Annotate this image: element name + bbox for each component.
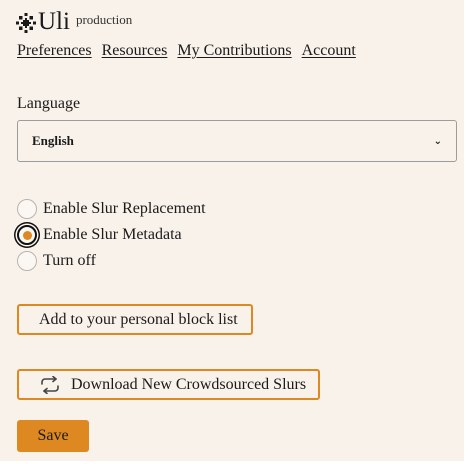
nav-link-account[interactable]: Account bbox=[302, 42, 356, 60]
main-nav: Preferences Resources My Contributions A… bbox=[17, 42, 356, 60]
radio-label: Turn off bbox=[43, 252, 96, 269]
refresh-icon bbox=[39, 375, 61, 394]
language-select-value: English bbox=[32, 133, 74, 148]
logo-text: Uli bbox=[38, 8, 70, 35]
settings-panel: Uli production Preferences Resources My … bbox=[0, 0, 464, 461]
radio-enable-slur-metadata[interactable]: Enable Slur Metadata bbox=[17, 222, 206, 248]
nav-link-resources[interactable]: Resources bbox=[102, 42, 168, 60]
download-slurs-button[interactable]: Download New Crowdsourced Slurs bbox=[17, 369, 320, 400]
radio-turn-off[interactable]: Turn off bbox=[17, 248, 206, 274]
mode-radio-group: Enable Slur Replacement Enable Slur Meta… bbox=[17, 196, 206, 274]
chevron-down-icon: ⌄ bbox=[433, 135, 442, 147]
nav-link-preferences[interactable]: Preferences bbox=[17, 42, 92, 60]
radio-label: Enable Slur Replacement bbox=[43, 200, 206, 217]
add-to-block-list-label: Add to your personal block list bbox=[39, 310, 238, 328]
radio-enable-slur-replacement[interactable]: Enable Slur Replacement bbox=[17, 196, 206, 222]
radio-button[interactable] bbox=[17, 251, 37, 271]
logo: Uli production bbox=[16, 9, 132, 35]
download-slurs-label: Download New Crowdsourced Slurs bbox=[71, 375, 307, 393]
environment-label: production bbox=[75, 12, 133, 27]
radio-button-checked[interactable] bbox=[17, 225, 37, 245]
add-to-block-list-button[interactable]: Add to your personal block list bbox=[17, 304, 253, 335]
save-button[interactable]: Save bbox=[17, 420, 89, 452]
language-select[interactable]: English ⌄ bbox=[17, 120, 457, 162]
save-label: Save bbox=[37, 427, 69, 444]
logo-mark-icon bbox=[16, 13, 36, 33]
language-label: Language bbox=[17, 95, 81, 112]
radio-button[interactable] bbox=[17, 199, 37, 219]
nav-link-my-contributions[interactable]: My Contributions bbox=[177, 42, 291, 60]
radio-label: Enable Slur Metadata bbox=[43, 226, 182, 243]
